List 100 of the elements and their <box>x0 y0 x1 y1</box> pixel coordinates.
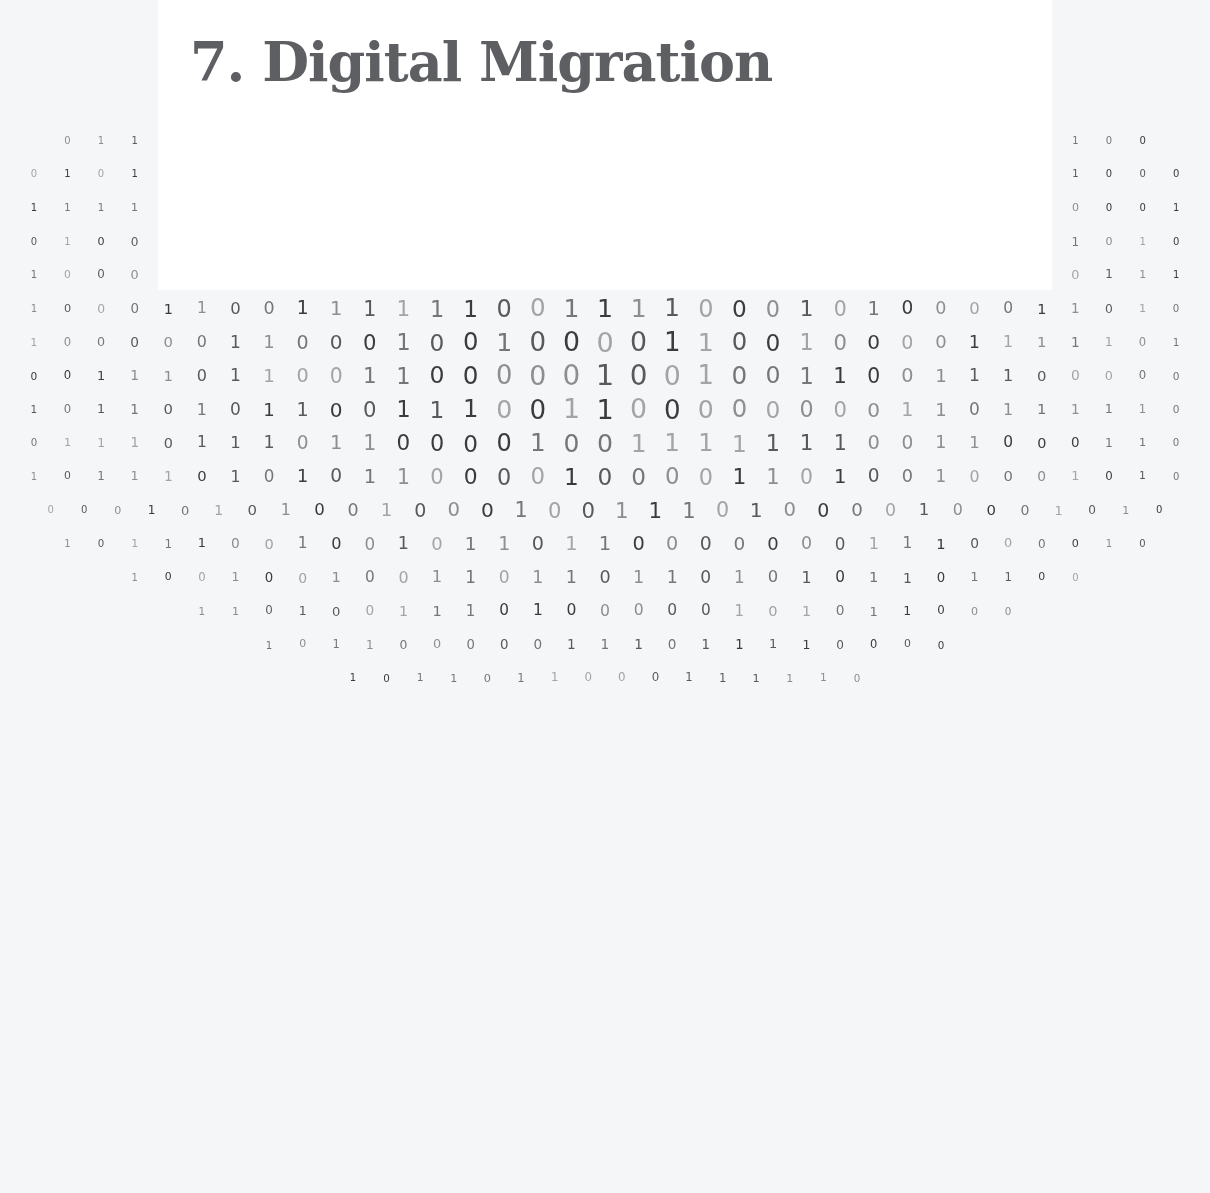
binary-digit: 0 <box>903 639 911 651</box>
binary-digit: 0 <box>1105 202 1113 214</box>
binary-digit: 0 <box>364 569 375 586</box>
binary-digit: 0 <box>1105 169 1113 180</box>
binary-digit: 0 <box>429 431 445 455</box>
binary-digit: 0 <box>870 638 878 651</box>
binary-digit: 0 <box>563 430 580 456</box>
binary-digit: 0 <box>30 169 37 180</box>
binary-digit: 1 <box>564 465 579 489</box>
binary-digit: 0 <box>463 431 478 455</box>
binary-digit: 0 <box>698 465 713 488</box>
binary-digit: 0 <box>230 401 241 419</box>
binary-digit: 1 <box>164 537 173 550</box>
binary-digit: 0 <box>1038 572 1046 583</box>
binary-digit: 1 <box>734 569 745 586</box>
binary-digit: 1 <box>969 333 980 351</box>
binary-digit: 0 <box>130 302 139 316</box>
binary-digit: 1 <box>868 535 879 552</box>
binary-digit: 0 <box>298 570 308 585</box>
binary-digit: 1 <box>30 203 37 213</box>
binary-digit: 1 <box>786 672 794 684</box>
binary-digit: 0 <box>499 638 509 652</box>
binary-digit: 1 <box>331 570 341 585</box>
binary-digit: 0 <box>30 236 37 247</box>
binary-digit: 1 <box>550 672 559 685</box>
binary-digit: 0 <box>296 366 309 386</box>
binary-digit: 1 <box>330 433 343 453</box>
binary-digit: 0 <box>429 364 445 388</box>
binary-digit: 1 <box>265 639 273 650</box>
binary-digit: 0 <box>264 570 274 585</box>
binary-digit: 0 <box>114 504 122 516</box>
binary-digit: 1 <box>197 537 206 551</box>
binary-digit: 0 <box>1071 202 1079 214</box>
binary-digit: 0 <box>767 569 779 586</box>
binary-digit: 0 <box>817 500 830 520</box>
binary-digit: 1 <box>131 169 138 180</box>
binary-digit: 0 <box>699 534 712 554</box>
binary-digit: 0 <box>531 534 544 554</box>
binary-digit: 1 <box>567 637 576 652</box>
binary-digit: 1 <box>462 397 479 422</box>
binary-digit: 0 <box>1037 469 1047 484</box>
binary-digit: 1 <box>130 436 139 450</box>
binary-digit: 1 <box>562 396 580 423</box>
binary-digit: 0 <box>30 370 38 382</box>
binary-digit: 1 <box>97 202 105 214</box>
binary-digit: 0 <box>867 332 881 353</box>
binary-digit: 1 <box>1104 403 1113 416</box>
binary-digit: 0 <box>130 268 139 282</box>
binary-digit: 1 <box>1173 203 1180 213</box>
binary-digit: 1 <box>697 363 714 389</box>
binary-digit: 0 <box>265 605 273 617</box>
binary-digit: 1 <box>765 431 781 455</box>
binary-digit: 1 <box>801 569 812 586</box>
binary-digit: 0 <box>1156 505 1163 516</box>
binary-digit: 1 <box>196 301 207 317</box>
binary-digit: 0 <box>383 673 390 684</box>
binary-digit: 0 <box>230 300 241 317</box>
binary-digit: 1 <box>902 570 912 585</box>
binary-digit: 0 <box>447 500 461 521</box>
binary-digit: 1 <box>280 502 291 519</box>
binary-digit: 0 <box>1139 538 1146 549</box>
binary-digit: 1 <box>935 434 947 452</box>
binary-digit: 1 <box>64 538 71 549</box>
binary-digit: 0 <box>414 500 427 520</box>
binary-digit: 1 <box>163 301 173 316</box>
binary-digit: 1 <box>196 401 207 418</box>
binary-digit: 1 <box>903 604 912 618</box>
binary-digit: 0 <box>496 396 513 423</box>
binary-digit: 0 <box>547 499 562 521</box>
binary-digit: 1 <box>685 672 693 685</box>
binary-digit: 0 <box>1003 469 1013 485</box>
binary-digit: 1 <box>30 471 38 482</box>
binary-digit: 0 <box>767 534 779 553</box>
binary-digit: 1 <box>297 467 309 486</box>
binary-digit: 1 <box>802 638 811 651</box>
binary-digit: 0 <box>667 637 677 652</box>
binary-digit: 1 <box>1004 571 1012 584</box>
binary-digit: 0 <box>163 402 173 417</box>
binary-digit: 0 <box>399 638 408 651</box>
binary-digit: 1 <box>464 534 477 554</box>
binary-digit: 1 <box>30 404 38 415</box>
binary-digit: 0 <box>697 396 714 423</box>
binary-digit: 0 <box>1105 135 1113 146</box>
binary-digit: 0 <box>314 502 325 519</box>
binary-digit: 0 <box>566 603 577 619</box>
binary-digit: 1 <box>30 270 37 281</box>
binary-digit: 1 <box>648 499 663 521</box>
binary-digit: 0 <box>835 604 845 618</box>
binary-digit: 1 <box>596 396 614 424</box>
binary-digit: 1 <box>396 466 410 487</box>
binary-digit: 1 <box>396 298 411 320</box>
binary-digit: 0 <box>969 468 980 485</box>
binary-digit: 0 <box>196 367 207 384</box>
binary-digit: 0 <box>562 328 580 356</box>
binary-digit: 1 <box>298 604 307 618</box>
binary-digit: 0 <box>63 303 72 315</box>
binary-digit: 1 <box>1071 235 1080 248</box>
binary-digit: 0 <box>731 330 748 355</box>
binary-digit: 1 <box>1139 471 1146 483</box>
binary-digit: 0 <box>97 269 105 282</box>
